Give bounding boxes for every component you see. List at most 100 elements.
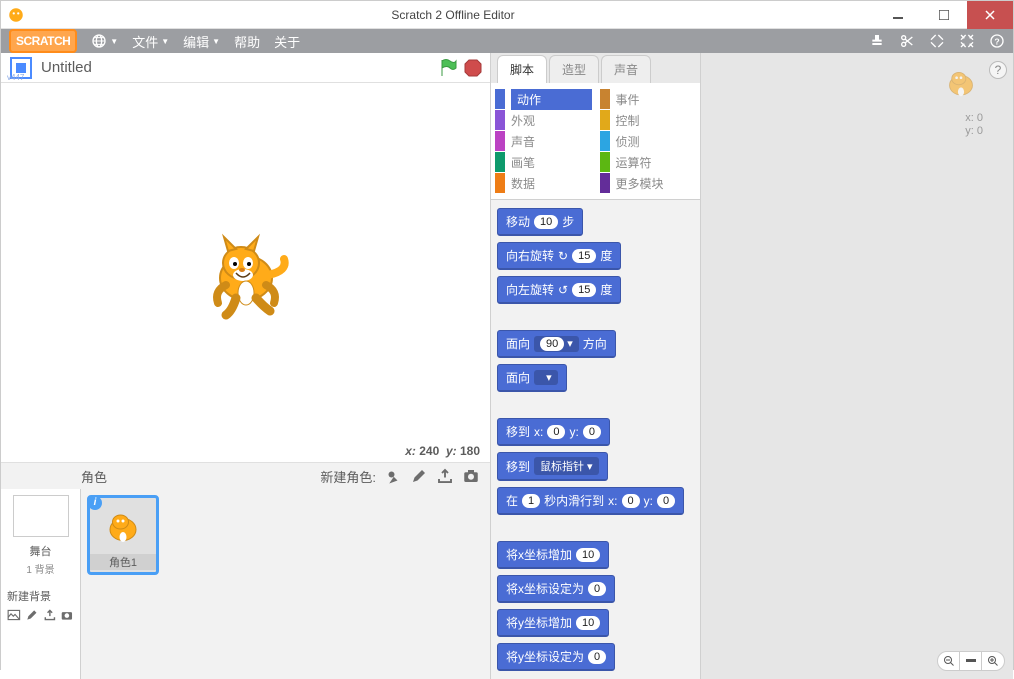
category-swatch <box>600 152 610 172</box>
help-toggle-icon[interactable]: ? <box>989 61 1007 79</box>
category-grid: 动作 事件外观 控制声音 侦测画笔 运算符数据 更多模块 <box>491 83 700 200</box>
category-数据[interactable]: 数据 <box>495 173 592 193</box>
block-set-y[interactable]: 将y坐标设定为0 <box>497 643 615 671</box>
category-控制[interactable]: 控制 <box>600 110 697 130</box>
category-label: 数据 <box>511 175 535 192</box>
category-侦测[interactable]: 侦测 <box>600 131 697 151</box>
category-label: 动作 <box>511 89 592 110</box>
close-button[interactable] <box>967 1 1013 29</box>
block-move-steps[interactable]: 移动10步 <box>497 208 583 236</box>
block-point-toward[interactable]: 面向 ▾ <box>497 364 567 392</box>
block-turn-left[interactable]: 向左旋转↺15度 <box>497 276 621 304</box>
app-icon <box>7 6 25 24</box>
new-backdrop-label: 新建背景 <box>7 588 74 604</box>
globe-icon[interactable]: ▼ <box>91 33 118 49</box>
sprite-info-icon[interactable]: i <box>88 496 102 510</box>
category-label: 外观 <box>511 112 535 129</box>
block-turn-right[interactable]: 向右旋转↻15度 <box>497 242 621 270</box>
upload-backdrop-icon[interactable] <box>43 608 57 622</box>
stage-header: Untitled v447 <box>1 53 490 83</box>
category-label: 事件 <box>616 91 640 108</box>
sprite-item[interactable]: i 角色1 <box>87 495 159 575</box>
tab-sounds[interactable]: 声音 <box>601 55 651 83</box>
block-change-x[interactable]: 将x坐标增加10 <box>497 541 609 569</box>
category-label: 控制 <box>616 112 640 129</box>
category-运算符[interactable]: 运算符 <box>600 152 697 172</box>
sprite-bar-title: 角色 <box>81 467 107 486</box>
stamp-icon[interactable] <box>869 33 885 49</box>
scripts-area[interactable]: ? x: 0 y: 0 <box>701 53 1013 679</box>
stage-thumb-label: 舞台 <box>7 543 74 559</box>
mouse-coordinates: x: 240 y: 180 <box>405 444 480 458</box>
camera-sprite-icon[interactable] <box>462 467 480 485</box>
category-swatch <box>600 131 610 151</box>
choose-backdrop-icon[interactable] <box>7 608 21 622</box>
sprite-bar: 角色 新建角色: <box>1 463 490 489</box>
category-更多模块[interactable]: 更多模块 <box>600 173 697 193</box>
category-swatch <box>495 89 505 109</box>
category-swatch <box>600 89 610 109</box>
zoom-in-button[interactable] <box>982 652 1004 670</box>
shrink-icon[interactable] <box>959 33 975 49</box>
menubar: SCRATCH ▼ 文件▼ 编辑▼ 帮助 关于 ? <box>1 29 1013 53</box>
block-goto-xy[interactable]: 移到x:0y:0 <box>497 418 610 446</box>
category-swatch <box>495 173 505 193</box>
category-事件[interactable]: 事件 <box>600 89 697 109</box>
stage-thumb-sublabel: 1 背景 <box>7 561 74 576</box>
stage-thumbnail[interactable] <box>13 495 69 537</box>
scratch-logo: SCRATCH <box>9 29 77 53</box>
minimize-button[interactable] <box>875 1 921 29</box>
upload-sprite-icon[interactable] <box>436 467 454 485</box>
category-swatch <box>495 110 505 130</box>
stop-icon[interactable] <box>464 59 482 77</box>
camera-backdrop-icon[interactable] <box>60 608 74 622</box>
block-point-direction[interactable]: 面向90▾方向 <box>497 330 616 358</box>
block-glide[interactable]: 在1秒内滑行到x:0y:0 <box>497 487 684 515</box>
paint-backdrop-icon[interactable] <box>25 608 39 622</box>
maximize-button[interactable] <box>921 1 967 29</box>
block-set-x[interactable]: 将x坐标设定为0 <box>497 575 615 603</box>
grow-icon[interactable] <box>929 33 945 49</box>
editor-tabs: 脚本 造型 声音 <box>491 53 700 83</box>
project-title[interactable]: Untitled <box>41 59 92 76</box>
window-title: Scratch 2 Offline Editor <box>31 8 875 22</box>
menu-about[interactable]: 关于 <box>274 32 300 51</box>
category-label: 画笔 <box>511 154 535 171</box>
stage[interactable]: x: 240 y: 180 <box>1 83 490 463</box>
menu-file[interactable]: 文件▼ <box>132 32 169 51</box>
tab-costumes[interactable]: 造型 <box>549 55 599 83</box>
menu-edit[interactable]: 编辑▼ <box>183 32 220 51</box>
category-label: 声音 <box>511 133 535 150</box>
category-label: 侦测 <box>616 133 640 150</box>
block-goto-target[interactable]: 移到鼠标指针▾ <box>497 452 608 481</box>
choose-sprite-icon[interactable] <box>384 467 402 485</box>
category-动作[interactable]: 动作 <box>495 89 592 109</box>
block-change-y[interactable]: 将y坐标增加10 <box>497 609 609 637</box>
category-外观[interactable]: 外观 <box>495 110 592 130</box>
category-swatch <box>495 152 505 172</box>
sprite-item-name: 角色1 <box>90 554 156 570</box>
category-swatch <box>600 173 610 193</box>
sprite-on-stage[interactable] <box>196 223 296 323</box>
help-icon[interactable]: ? <box>989 33 1005 49</box>
category-画笔[interactable]: 画笔 <box>495 152 592 172</box>
block-palette[interactable]: 移动10步 向右旋转↻15度 向左旋转↺15度 面向90▾方向 面向 ▾ 移到x… <box>491 200 700 679</box>
svg-text:?: ? <box>994 36 999 46</box>
category-swatch <box>600 110 610 130</box>
green-flag-icon[interactable] <box>438 58 458 78</box>
menu-help[interactable]: 帮助 <box>234 32 260 51</box>
tab-scripts[interactable]: 脚本 <box>497 55 547 83</box>
scissors-icon[interactable] <box>899 33 915 49</box>
sprite-mini-preview: x: 0 y: 0 <box>939 61 983 138</box>
zoom-reset-button[interactable] <box>960 652 982 670</box>
category-label: 运算符 <box>616 154 652 171</box>
zoom-out-button[interactable] <box>938 652 960 670</box>
window-titlebar: Scratch 2 Offline Editor <box>1 1 1013 29</box>
category-swatch <box>495 131 505 151</box>
category-label: 更多模块 <box>616 175 664 192</box>
category-声音[interactable]: 声音 <box>495 131 592 151</box>
paint-sprite-icon[interactable] <box>410 467 428 485</box>
new-sprite-label: 新建角色: <box>320 467 376 486</box>
sprite-list: i 角色1 <box>81 489 490 679</box>
zoom-controls <box>937 651 1005 671</box>
